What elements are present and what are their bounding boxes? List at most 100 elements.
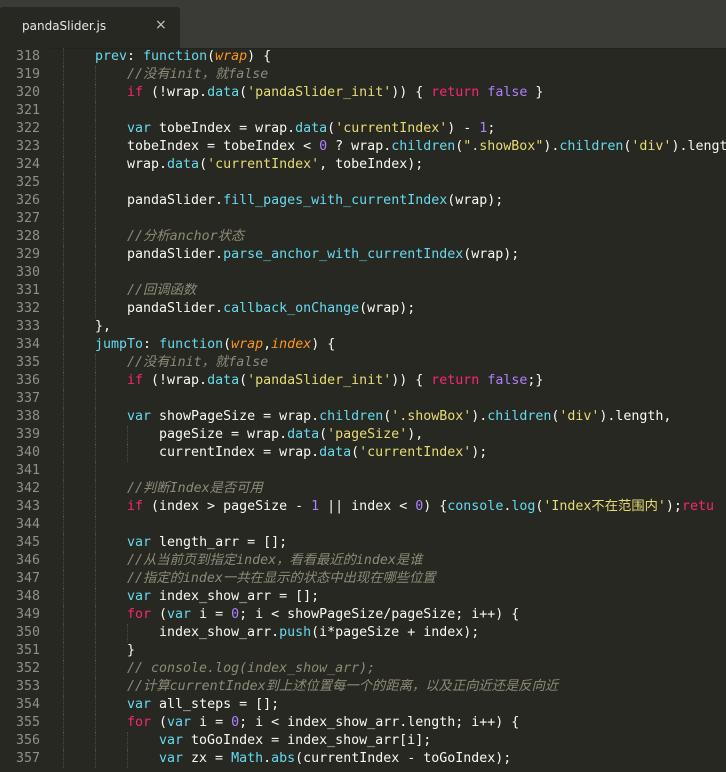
indent-guide [95,660,96,678]
code-line: 340 currentIndex = wrap.data('currentInde… [0,444,726,462]
line-number: 344 [15,517,40,532]
code-token: ( [327,121,336,136]
code-token: (wrap); [463,247,520,262]
code-token: function [143,49,208,64]
code-token: tobeIndex = wrap. [151,121,296,136]
code-line: 338 var showPageSize = wrap.children('.sh… [0,408,726,426]
code-token: ); [471,445,488,460]
code-text: if (index > pageSize - 1 || index < 0) {… [127,498,714,516]
code-text: // console.log(index_show_arr); [127,660,375,678]
indent-guide [95,192,96,210]
indent-guide [95,498,96,516]
code-line: 327 [0,210,726,228]
indent-guide [63,354,64,372]
code-line: 350 index_show_arr.push(i*pageSize + inde… [0,624,726,642]
code-token: // console.log(index_show_arr); [127,661,376,676]
code-text: //指定的index一共在显示的状态中出现在哪些位置 [127,570,436,588]
code-token: 'currentIndex' [335,121,448,136]
code-token: }, [95,319,112,334]
code-token: var [127,409,152,424]
code-token: //没有init，就false [127,67,269,82]
code-token: children [559,139,624,154]
code-text: //计算currentIndex到上述位置每一个的距离，以及正向近还是反向近 [127,678,558,696]
code-token: (!wrap. [143,373,208,388]
line-number: 318 [15,49,40,64]
code-token: data [287,427,320,442]
code-line: 320 if (!wrap.data('pandaSlider_init')) {… [0,84,726,102]
code-line: 357 var zx = Math.abs(currentIndex - toGo… [0,750,726,768]
code-token: //指定的index一共在显示的状态中出现在哪些位置 [127,571,436,586]
code-line: 318 prev: function(wrap) { [0,48,726,66]
line-number: 349 [15,607,40,622]
indent-guide [63,570,64,588]
indent-guide [63,102,64,120]
indent-guide [127,732,128,750]
code-line: 329 pandaSlider.parse_anchor_with_current… [0,246,726,264]
indent-guide [63,210,64,228]
code-token: ) { [311,337,336,352]
code-text: var index_show_arr = []; [127,588,319,606]
line-number: 321 [15,103,40,118]
indent-guide [95,390,96,408]
code-token: var [127,535,152,550]
line-number: 334 [15,337,40,352]
code-text: pandaSlider.parse_anchor_with_currentInd… [127,246,519,264]
code-token: 'currentIndex' [359,445,472,460]
code-text: pandaSlider.callback_onChange(wrap); [127,300,415,318]
indent-guide [95,552,96,570]
code-token: data [207,373,240,388]
indent-guide [63,336,64,354]
indent-guide [63,228,64,246]
indent-guide [95,570,96,588]
indent-guide [63,642,64,660]
indent-guide [95,246,96,264]
code-token: ) { [247,49,272,64]
code-token: parse_anchor_with_currentIndex [223,247,464,262]
indent-guide [63,678,64,696]
code-line: 336 if (!wrap.data('pandaSlider_init')) {… [0,372,726,390]
code-line: 333}, [0,318,726,336]
code-text: var tobeIndex = wrap.data('currentIndex'… [127,120,495,138]
indent-guide [95,588,96,606]
code-token: abs [271,751,296,766]
line-number: 330 [15,265,40,280]
code-token: 0 [319,139,328,154]
line-number: 337 [15,391,40,406]
code-token: '.showBox' [391,409,472,424]
code-line: 339 pageSize = wrap.data('pageSize'), [0,426,726,444]
indent-guide [63,444,64,462]
code-editor[interactable]: 318 prev: function(wrap) {319//没有init，就fa… [0,48,726,772]
line-number: 352 [15,661,40,676]
close-icon[interactable]: × [155,17,167,33]
indent-guide [63,138,64,156]
line-number: 341 [15,463,40,478]
code-text: wrap.data('currentIndex', tobeIndex); [127,156,423,174]
code-line: 319 //没有init，就false [0,66,726,84]
code-token: if [127,373,144,388]
indent-guide [63,156,64,174]
tab-pandaslider-js[interactable]: pandaSlider.js × [0,7,180,48]
code-token: : [127,49,144,64]
code-text: }, [95,318,111,336]
code-token: index_show_arr. [159,625,280,640]
indent-guide [95,534,96,552]
line-number: 356 [15,733,40,748]
code-token: fill_pages_with_currentIndex [223,193,448,208]
indent-guide [63,750,64,768]
code-line: 353 //计算currentIndex到上述位置每一个的距离，以及正向近还是反向… [0,678,726,696]
line-number: 343 [15,499,40,514]
indent-guide [63,84,64,102]
indent-guide [95,516,96,534]
code-token: 0 [231,607,240,622]
code-text: for (var i = 0; i < index_show_arr.lengt… [127,714,519,732]
indent-guide [63,174,64,192]
code-token: (currentIndex - toGoIndex); [295,751,512,766]
code-token: index_show_arr = []; [151,589,320,604]
line-number: 350 [15,625,40,640]
code-token: 'currentIndex' [207,157,320,172]
code-token: pageSize = wrap. [159,427,288,442]
line-number: 323 [15,139,40,154]
code-line: 352 // console.log(index_show_arr); [0,660,726,678]
code-text: //判断Index是否可用 [127,480,263,498]
code-token: tobeIndex = tobeIndex < [127,139,320,154]
